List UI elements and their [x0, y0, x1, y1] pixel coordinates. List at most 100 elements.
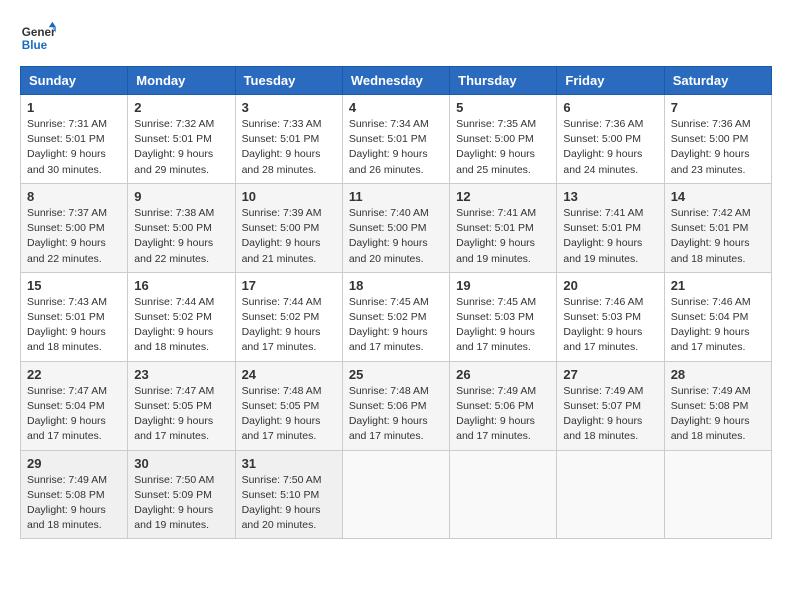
day-info: Sunrise: 7:33 AM Sunset: 5:01 PM Dayligh… — [242, 117, 336, 178]
day-number: 16 — [134, 278, 228, 293]
day-info: Sunrise: 7:45 AM Sunset: 5:02 PM Dayligh… — [349, 295, 443, 356]
calendar-body: 1 Sunrise: 7:31 AM Sunset: 5:01 PM Daylig… — [21, 95, 772, 539]
day-number: 2 — [134, 100, 228, 115]
day-info: Sunrise: 7:45 AM Sunset: 5:03 PM Dayligh… — [456, 295, 550, 356]
day-info: Sunrise: 7:46 AM Sunset: 5:04 PM Dayligh… — [671, 295, 765, 356]
day-info: Sunrise: 7:48 AM Sunset: 5:06 PM Dayligh… — [349, 384, 443, 445]
day-number: 15 — [27, 278, 121, 293]
calendar-cell: 24 Sunrise: 7:48 AM Sunset: 5:05 PM Dayli… — [235, 361, 342, 450]
day-info: Sunrise: 7:36 AM Sunset: 5:00 PM Dayligh… — [671, 117, 765, 178]
day-number: 21 — [671, 278, 765, 293]
day-number: 27 — [563, 367, 657, 382]
day-info: Sunrise: 7:40 AM Sunset: 5:00 PM Dayligh… — [349, 206, 443, 267]
day-info: Sunrise: 7:36 AM Sunset: 5:00 PM Dayligh… — [563, 117, 657, 178]
day-info: Sunrise: 7:50 AM Sunset: 5:10 PM Dayligh… — [242, 473, 336, 534]
day-number: 20 — [563, 278, 657, 293]
day-number: 22 — [27, 367, 121, 382]
calendar: SundayMondayTuesdayWednesdayThursdayFrid… — [20, 66, 772, 539]
day-info: Sunrise: 7:49 AM Sunset: 5:08 PM Dayligh… — [671, 384, 765, 445]
day-info: Sunrise: 7:32 AM Sunset: 5:01 PM Dayligh… — [134, 117, 228, 178]
calendar-cell: 1 Sunrise: 7:31 AM Sunset: 5:01 PM Daylig… — [21, 95, 128, 184]
day-number: 17 — [242, 278, 336, 293]
day-number: 13 — [563, 189, 657, 204]
day-info: Sunrise: 7:47 AM Sunset: 5:05 PM Dayligh… — [134, 384, 228, 445]
calendar-header-row: SundayMondayTuesdayWednesdayThursdayFrid… — [21, 67, 772, 95]
svg-text:Blue: Blue — [22, 39, 48, 52]
calendar-cell: 16Sunrise: 7:44 AM Sunset: 5:02 PM Dayli… — [128, 272, 235, 361]
calendar-week-5: 29 Sunrise: 7:49 AM Sunset: 5:08 PM Dayli… — [21, 450, 772, 539]
day-number: 29 — [27, 456, 121, 471]
day-number: 9 — [134, 189, 228, 204]
calendar-week-2: 8 Sunrise: 7:37 AM Sunset: 5:00 PM Daylig… — [21, 183, 772, 272]
calendar-cell: 22 Sunrise: 7:47 AM Sunset: 5:04 PM Dayli… — [21, 361, 128, 450]
calendar-week-3: 15Sunrise: 7:43 AM Sunset: 5:01 PM Dayli… — [21, 272, 772, 361]
calendar-cell: 26Sunrise: 7:49 AM Sunset: 5:06 PM Dayli… — [450, 361, 557, 450]
calendar-cell: 5Sunrise: 7:35 AM Sunset: 5:00 PM Daylig… — [450, 95, 557, 184]
day-info: Sunrise: 7:49 AM Sunset: 5:06 PM Dayligh… — [456, 384, 550, 445]
calendar-cell: 2 Sunrise: 7:32 AM Sunset: 5:01 PM Daylig… — [128, 95, 235, 184]
calendar-cell: 7 Sunrise: 7:36 AM Sunset: 5:00 PM Daylig… — [664, 95, 771, 184]
day-info: Sunrise: 7:49 AM Sunset: 5:08 PM Dayligh… — [27, 473, 121, 534]
day-info: Sunrise: 7:42 AM Sunset: 5:01 PM Dayligh… — [671, 206, 765, 267]
svg-text:General: General — [22, 26, 56, 39]
day-info: Sunrise: 7:44 AM Sunset: 5:02 PM Dayligh… — [242, 295, 336, 356]
calendar-cell: 18 Sunrise: 7:45 AM Sunset: 5:02 PM Dayli… — [342, 272, 449, 361]
day-info: Sunrise: 7:37 AM Sunset: 5:00 PM Dayligh… — [27, 206, 121, 267]
calendar-cell: 21 Sunrise: 7:46 AM Sunset: 5:04 PM Dayli… — [664, 272, 771, 361]
day-info: Sunrise: 7:48 AM Sunset: 5:05 PM Dayligh… — [242, 384, 336, 445]
calendar-cell: 3 Sunrise: 7:33 AM Sunset: 5:01 PM Daylig… — [235, 95, 342, 184]
weekday-header-sunday: Sunday — [21, 67, 128, 95]
calendar-cell: 30Sunrise: 7:50 AM Sunset: 5:09 PM Dayli… — [128, 450, 235, 539]
calendar-cell: 31Sunrise: 7:50 AM Sunset: 5:10 PM Dayli… — [235, 450, 342, 539]
calendar-week-1: 1 Sunrise: 7:31 AM Sunset: 5:01 PM Daylig… — [21, 95, 772, 184]
calendar-cell: 29 Sunrise: 7:49 AM Sunset: 5:08 PM Dayli… — [21, 450, 128, 539]
day-info: Sunrise: 7:34 AM Sunset: 5:01 PM Dayligh… — [349, 117, 443, 178]
calendar-cell: 27 Sunrise: 7:49 AM Sunset: 5:07 PM Dayli… — [557, 361, 664, 450]
calendar-cell: 4 Sunrise: 7:34 AM Sunset: 5:01 PM Daylig… — [342, 95, 449, 184]
calendar-cell — [557, 450, 664, 539]
day-number: 5 — [456, 100, 550, 115]
calendar-cell: 20Sunrise: 7:46 AM Sunset: 5:03 PM Dayli… — [557, 272, 664, 361]
calendar-cell: 28 Sunrise: 7:49 AM Sunset: 5:08 PM Dayli… — [664, 361, 771, 450]
day-number: 14 — [671, 189, 765, 204]
day-number: 28 — [671, 367, 765, 382]
logo-icon: General Blue — [20, 20, 56, 56]
day-number: 24 — [242, 367, 336, 382]
day-info: Sunrise: 7:49 AM Sunset: 5:07 PM Dayligh… — [563, 384, 657, 445]
day-number: 25 — [349, 367, 443, 382]
day-info: Sunrise: 7:47 AM Sunset: 5:04 PM Dayligh… — [27, 384, 121, 445]
day-number: 7 — [671, 100, 765, 115]
calendar-cell: 8 Sunrise: 7:37 AM Sunset: 5:00 PM Daylig… — [21, 183, 128, 272]
day-info: Sunrise: 7:31 AM Sunset: 5:01 PM Dayligh… — [27, 117, 121, 178]
day-number: 4 — [349, 100, 443, 115]
day-number: 23 — [134, 367, 228, 382]
day-number: 12 — [456, 189, 550, 204]
day-number: 10 — [242, 189, 336, 204]
calendar-week-4: 22 Sunrise: 7:47 AM Sunset: 5:04 PM Dayli… — [21, 361, 772, 450]
calendar-cell: 6 Sunrise: 7:36 AM Sunset: 5:00 PM Daylig… — [557, 95, 664, 184]
calendar-cell — [342, 450, 449, 539]
day-number: 3 — [242, 100, 336, 115]
day-number: 18 — [349, 278, 443, 293]
calendar-cell: 23 Sunrise: 7:47 AM Sunset: 5:05 PM Dayli… — [128, 361, 235, 450]
weekday-header-friday: Friday — [557, 67, 664, 95]
logo: General Blue — [20, 20, 56, 56]
day-info: Sunrise: 7:41 AM Sunset: 5:01 PM Dayligh… — [456, 206, 550, 267]
weekday-header-monday: Monday — [128, 67, 235, 95]
weekday-header-thursday: Thursday — [450, 67, 557, 95]
calendar-cell: 13 Sunrise: 7:41 AM Sunset: 5:01 PM Dayli… — [557, 183, 664, 272]
weekday-header-saturday: Saturday — [664, 67, 771, 95]
day-number: 1 — [27, 100, 121, 115]
calendar-cell: 9 Sunrise: 7:38 AM Sunset: 5:00 PM Daylig… — [128, 183, 235, 272]
day-info: Sunrise: 7:41 AM Sunset: 5:01 PM Dayligh… — [563, 206, 657, 267]
day-number: 8 — [27, 189, 121, 204]
calendar-cell: 11Sunrise: 7:40 AM Sunset: 5:00 PM Dayli… — [342, 183, 449, 272]
calendar-cell: 17 Sunrise: 7:44 AM Sunset: 5:02 PM Dayli… — [235, 272, 342, 361]
day-number: 19 — [456, 278, 550, 293]
calendar-cell — [664, 450, 771, 539]
header: General Blue — [20, 20, 772, 56]
calendar-cell: 15Sunrise: 7:43 AM Sunset: 5:01 PM Dayli… — [21, 272, 128, 361]
calendar-cell: 10Sunrise: 7:39 AM Sunset: 5:00 PM Dayli… — [235, 183, 342, 272]
day-info: Sunrise: 7:38 AM Sunset: 5:00 PM Dayligh… — [134, 206, 228, 267]
day-number: 6 — [563, 100, 657, 115]
